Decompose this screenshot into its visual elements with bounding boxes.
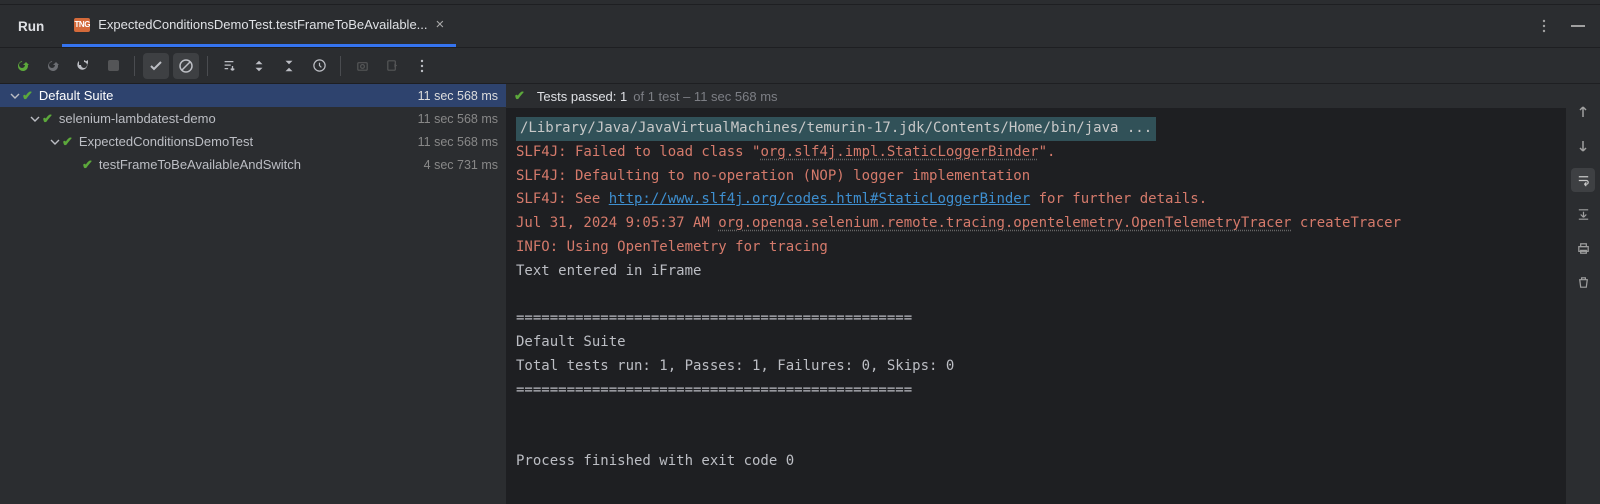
test-passed-icon: ✔	[42, 111, 53, 127]
export-tests-button	[379, 53, 405, 79]
test-tree-row[interactable]: ✔ Default Suite11 sec 568 ms	[0, 84, 506, 107]
chevron-down-icon[interactable]	[8, 91, 22, 101]
test-tree[interactable]: ✔Default Suite11 sec 568 ms✔selenium-lam…	[0, 84, 506, 504]
test-duration-label: 11 sec 568 ms	[418, 135, 498, 149]
rerun-failed-button	[40, 53, 66, 79]
stop-button	[100, 53, 126, 79]
scroll-to-end-toggle[interactable]	[1571, 202, 1595, 226]
tests-passed-count: Tests passed: 1	[537, 89, 627, 104]
rerun-button[interactable]	[10, 53, 36, 79]
console-right-gutter	[1566, 84, 1600, 504]
console-line: Total tests run: 1, Passes: 1, Failures:…	[516, 358, 954, 374]
test-passed-icon: ✔	[22, 88, 33, 104]
console-line: ========================================…	[516, 382, 912, 398]
console-line: Default Suite	[516, 334, 626, 350]
show-passed-toggle[interactable]	[143, 53, 169, 79]
test-tree-row[interactable]: ✔ selenium-lambdatest-demo11 sec 568 ms	[0, 107, 506, 130]
test-name-label: testFrameToBeAvailableAndSwitch	[99, 157, 424, 172]
toggle-auto-test-button[interactable]	[70, 53, 96, 79]
run-config-tab-label: ExpectedConditionsDemoTest.testFrameToBe…	[98, 17, 427, 32]
run-config-tab[interactable]: TNG ExpectedConditionsDemoTest.testFrame…	[62, 5, 456, 47]
chevron-down-icon[interactable]	[28, 114, 42, 124]
console-line: Process finished with exit code 0	[516, 453, 794, 469]
test-name-label: selenium-lambdatest-demo	[59, 111, 418, 126]
console-line: SLF4J: Defaulting to no-operation (NOP) …	[516, 168, 1030, 184]
test-name-label: Default Suite	[39, 88, 418, 103]
chevron-down-icon[interactable]	[48, 137, 62, 147]
expand-all-button[interactable]	[246, 53, 272, 79]
run-tool-window-title: Run	[0, 19, 62, 34]
test-duration-label: 4 sec 731 ms	[424, 158, 498, 172]
print-button[interactable]	[1571, 236, 1595, 260]
toolbar-more-button[interactable]	[409, 53, 435, 79]
import-tests-button	[349, 53, 375, 79]
scroll-down-icon[interactable]	[1571, 134, 1595, 158]
hide-tool-window-button[interactable]	[1568, 16, 1588, 36]
check-icon: ✔	[514, 88, 525, 104]
test-duration-label: 11 sec 568 ms	[418, 89, 498, 103]
slf4j-link[interactable]: http://www.slf4j.org/codes.html#StaticLo…	[609, 191, 1030, 207]
console-line: SLF4J: Failed to load class "org.slf4j.i…	[516, 144, 1055, 160]
close-tab-button[interactable]: ×	[436, 16, 445, 33]
test-tree-row[interactable]: ✔ testFrameToBeAvailableAndSwitch4 sec 73…	[0, 153, 506, 176]
console-line: ========================================…	[516, 310, 912, 326]
console-command-line: /Library/Java/JavaVirtualMachines/temuri…	[516, 117, 1156, 141]
tests-passed-suffix: of 1 test – 11 sec 568 ms	[633, 89, 777, 104]
test-status-bar: ✔ Tests passed: 1 of 1 test – 11 sec 568…	[506, 84, 1566, 109]
test-history-button[interactable]	[306, 53, 332, 79]
sort-button[interactable]	[216, 53, 242, 79]
test-name-label: ExpectedConditionsDemoTest	[79, 134, 418, 149]
console-line: INFO: Using OpenTelemetry for tracing	[516, 239, 828, 255]
run-toolbar	[0, 48, 1600, 84]
clear-all-button[interactable]	[1571, 270, 1595, 294]
test-duration-label: 11 sec 568 ms	[418, 112, 498, 126]
test-passed-icon: ✔	[62, 134, 73, 150]
show-ignored-toggle[interactable]	[173, 53, 199, 79]
testng-icon: TNG	[74, 18, 90, 32]
console-line: Text entered in iFrame	[516, 263, 701, 279]
console-output[interactable]: /Library/Java/JavaVirtualMachines/temuri…	[506, 109, 1566, 504]
console-line: Jul 31, 2024 9:05:37 AM org.openqa.selen…	[516, 215, 1401, 231]
toolbar-divider	[340, 56, 341, 76]
test-tree-row[interactable]: ✔ ExpectedConditionsDemoTest11 sec 568 ms	[0, 130, 506, 153]
scroll-up-icon[interactable]	[1571, 100, 1595, 124]
more-icon[interactable]	[1534, 16, 1554, 36]
toolbar-divider	[207, 56, 208, 76]
soft-wrap-toggle[interactable]	[1571, 168, 1595, 192]
console-line: SLF4J: See http://www.slf4j.org/codes.ht…	[516, 191, 1207, 207]
run-tool-window-header: Run TNG ExpectedConditionsDemoTest.testF…	[0, 5, 1600, 48]
test-passed-icon: ✔	[82, 157, 93, 173]
collapse-all-button[interactable]	[276, 53, 302, 79]
toolbar-divider	[134, 56, 135, 76]
